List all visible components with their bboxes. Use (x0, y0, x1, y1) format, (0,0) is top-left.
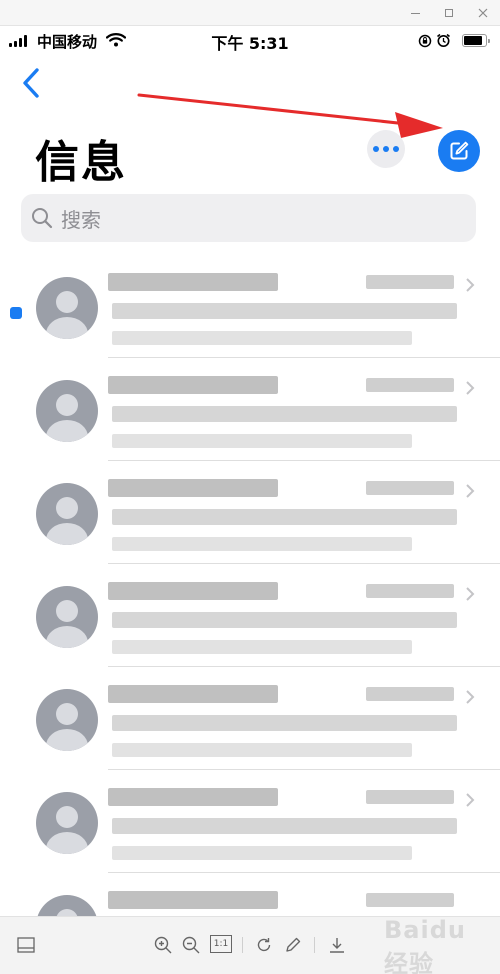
message-preview-redacted (112, 818, 457, 834)
message-preview-redacted (112, 434, 412, 448)
window-titlebar (0, 0, 500, 26)
search-icon (32, 208, 53, 229)
download-icon (330, 938, 344, 953)
compose-icon (450, 141, 469, 160)
page-title: 信息 (35, 137, 127, 188)
minimize-window-button[interactable] (400, 0, 430, 26)
search-field[interactable]: 搜索 (21, 194, 476, 242)
contact-name-redacted (108, 891, 278, 909)
contact-avatar (36, 689, 98, 751)
more-options-button[interactable] (367, 130, 405, 168)
zoom-out-button[interactable] (181, 935, 201, 955)
unread-indicator (10, 307, 22, 319)
contact-name-redacted (108, 273, 278, 291)
message-preview-redacted (112, 612, 457, 628)
status-bar: 中国移动 下午 5:31 (0, 26, 500, 56)
actual-size-label: 1:1 (213, 939, 229, 949)
message-preview-redacted (112, 303, 457, 319)
download-button[interactable] (327, 935, 347, 955)
annotation-arrow-icon (137, 93, 443, 138)
alarm-icon (437, 33, 450, 47)
zoom-in-button[interactable] (153, 935, 173, 955)
back-chevron-icon[interactable] (20, 66, 44, 100)
message-preview-redacted (112, 640, 412, 654)
chevron-right-icon (466, 690, 475, 704)
thumbnail-panel-button[interactable] (16, 935, 36, 955)
message-time-redacted (366, 687, 454, 701)
pencil-icon (286, 937, 301, 952)
zoom-out-icon (182, 936, 200, 954)
chevron-right-icon (466, 793, 475, 807)
more-dots-icon (373, 146, 379, 152)
maximize-window-button[interactable] (434, 0, 464, 26)
rotate-button[interactable] (254, 935, 274, 955)
actual-size-button[interactable]: 1:1 (210, 935, 232, 953)
message-time-redacted (366, 893, 454, 907)
close-window-button[interactable] (468, 0, 498, 26)
sidebar-icon (17, 937, 35, 953)
compose-message-button[interactable] (438, 130, 480, 172)
contact-avatar (36, 586, 98, 648)
contact-name-redacted (108, 479, 278, 497)
message-preview-redacted (112, 331, 412, 345)
chevron-right-icon (466, 381, 475, 395)
message-preview-redacted (112, 846, 412, 860)
battery-icon (462, 34, 490, 47)
message-preview-redacted (112, 509, 457, 525)
conversation-row[interactable] (0, 667, 500, 770)
message-preview-redacted (112, 715, 457, 731)
message-time-redacted (366, 584, 454, 598)
contact-avatar (36, 483, 98, 545)
edit-button[interactable] (283, 935, 303, 955)
orientation-lock-icon (418, 34, 432, 47)
conversation-row[interactable] (0, 358, 500, 461)
maximize-icon (445, 9, 453, 17)
conversation-row[interactable] (0, 255, 500, 358)
contact-avatar (36, 792, 98, 854)
contact-name-redacted (108, 788, 278, 806)
message-time-redacted (366, 790, 454, 804)
chevron-right-icon (466, 587, 475, 601)
search-placeholder: 搜索 (61, 207, 101, 232)
message-preview-redacted (112, 537, 412, 551)
conversation-row[interactable] (0, 770, 500, 873)
contact-avatar (36, 380, 98, 442)
message-time-redacted (366, 275, 454, 289)
chevron-right-icon (466, 278, 475, 292)
watermark: Baidu 经验 (384, 916, 466, 974)
contact-name-redacted (108, 582, 278, 600)
contact-name-redacted (108, 376, 278, 394)
message-preview-redacted (112, 743, 412, 757)
contact-avatar (36, 277, 98, 339)
message-time-redacted (366, 378, 454, 392)
message-time-redacted (366, 481, 454, 495)
close-icon (478, 8, 488, 18)
conversation-row[interactable] (0, 564, 500, 667)
zoom-in-icon (154, 936, 172, 954)
rotate-icon (257, 938, 271, 952)
minimize-icon (410, 12, 420, 14)
conversation-list[interactable] (0, 255, 500, 974)
message-preview-redacted (112, 406, 457, 422)
conversation-row[interactable] (0, 461, 500, 564)
chevron-right-icon (466, 484, 475, 498)
contact-name-redacted (108, 685, 278, 703)
